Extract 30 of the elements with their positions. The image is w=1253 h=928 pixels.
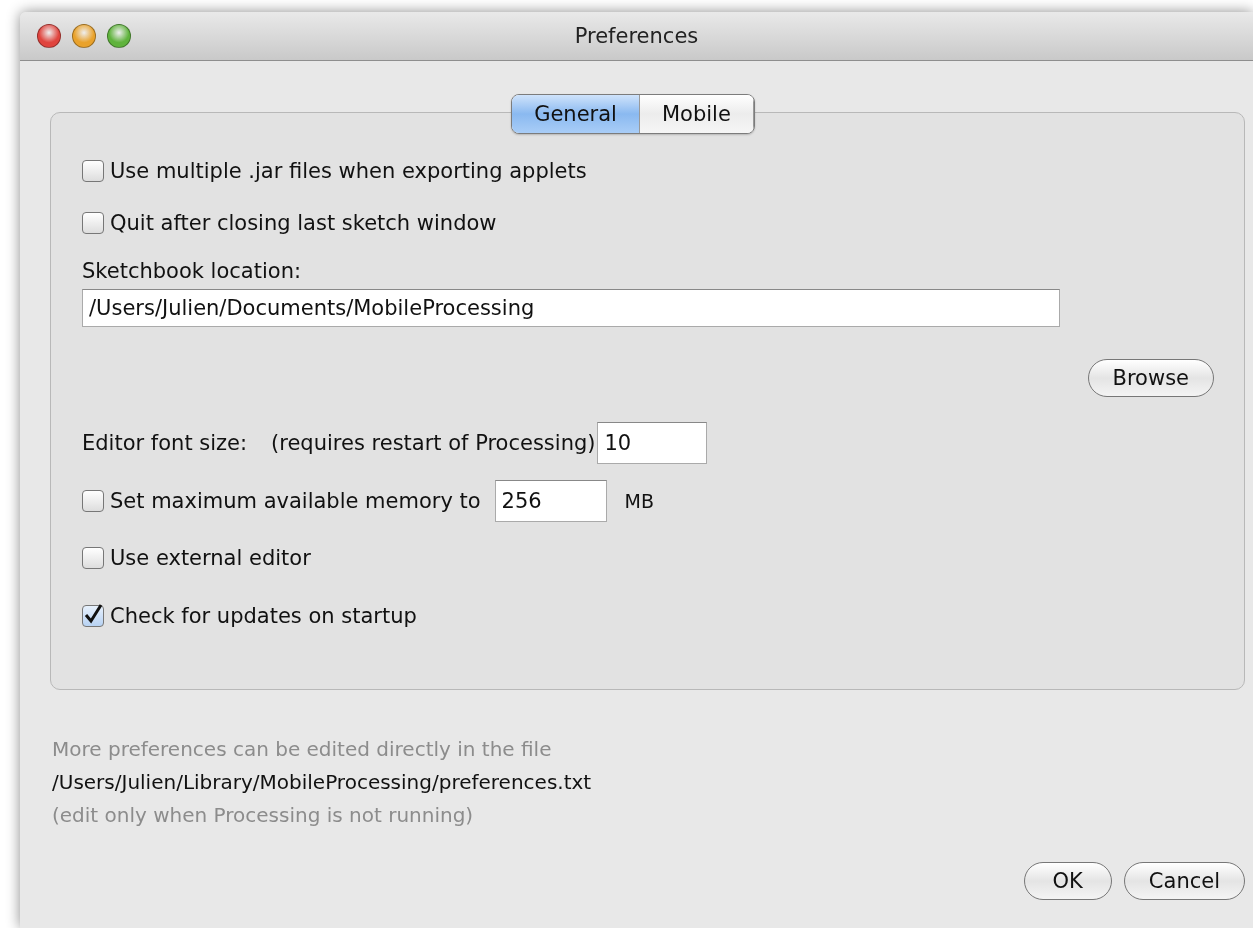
- cancel-button[interactable]: Cancel: [1123, 862, 1245, 900]
- checkbox-label: Set maximum available memory to: [110, 489, 481, 513]
- memory-field[interactable]: 256: [494, 480, 607, 522]
- sketchbook-path-field[interactable]: /Users/Julien/Documents/MobileProcessing: [82, 289, 1060, 327]
- checkbox-label: Use multiple .jar files when exporting applets: [110, 159, 587, 183]
- zoom-button[interactable]: [107, 24, 131, 48]
- close-button[interactable]: [37, 24, 61, 48]
- preferences-file-path: /Users/Julien/Library/MobileProcessing/preferences.txt: [52, 769, 593, 796]
- checkbox[interactable]: [82, 605, 104, 627]
- browse-button[interactable]: Browse: [1087, 359, 1214, 397]
- checkbox[interactable]: [82, 212, 104, 234]
- checkbox-label: Check for updates on startup: [110, 604, 417, 628]
- footer-note: (edit only when Processing is not running): [52, 802, 475, 829]
- checkbox[interactable]: [82, 160, 104, 182]
- footer-note: More preferences can be edited directly in the file: [52, 736, 553, 763]
- minimize-button[interactable]: [72, 24, 96, 48]
- font-size-label: Editor font size:: [82, 431, 248, 455]
- checkbox[interactable]: [82, 547, 104, 569]
- ok-button[interactable]: OK: [1023, 862, 1112, 900]
- font-size-field[interactable]: 10: [597, 422, 708, 464]
- tab[interactable]: Mobile: [639, 95, 754, 133]
- unit-label: MB: [624, 490, 655, 512]
- restart-note: (requires restart of Processing): [271, 431, 596, 455]
- window-title: Preferences: [574, 24, 699, 48]
- checkbox[interactable]: [82, 490, 104, 512]
- checkbox-label: Quit after closing last sketch window: [110, 211, 497, 235]
- sketchbook-label: Sketchbook location:: [82, 259, 301, 283]
- checkbox-label: Use external editor: [110, 546, 311, 570]
- tab[interactable]: General: [512, 95, 640, 133]
- checkmark-icon: [83, 603, 103, 625]
